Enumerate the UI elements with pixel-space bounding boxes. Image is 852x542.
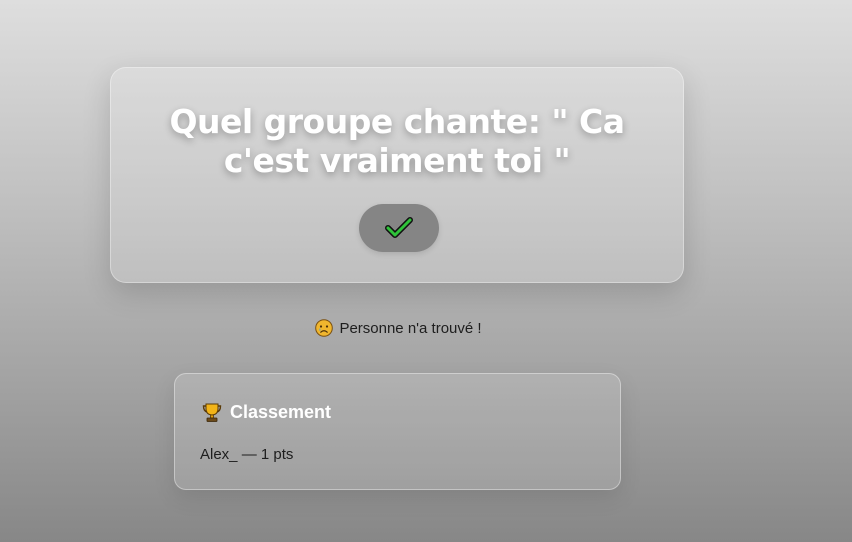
leaderboard-header: Classement (201, 401, 331, 423)
leaderboard-entry: Alex_ — 1 pts (200, 446, 293, 463)
checkmark-icon (385, 217, 413, 238)
player-name: Alex_ (200, 446, 238, 463)
entry-separator: — (241, 446, 257, 463)
trophy-icon (202, 403, 222, 422)
sad-face-icon (315, 319, 334, 337)
leaderboard-title: Classement (230, 401, 332, 422)
result-text: Personne n'a trouvé ! (339, 319, 482, 337)
question-card: Quel groupe chante: " Ca c'est vraiment … (110, 67, 684, 283)
answer-button[interactable] (359, 204, 439, 252)
result-message: Personne n'a trouvé ! (0, 319, 797, 337)
leaderboard-card: Classement Alex_ — 1 pts (174, 373, 621, 490)
question-title: Quel groupe chante: " Ca c'est vraiment … (169, 102, 625, 180)
player-points: 1 pts (260, 446, 294, 463)
